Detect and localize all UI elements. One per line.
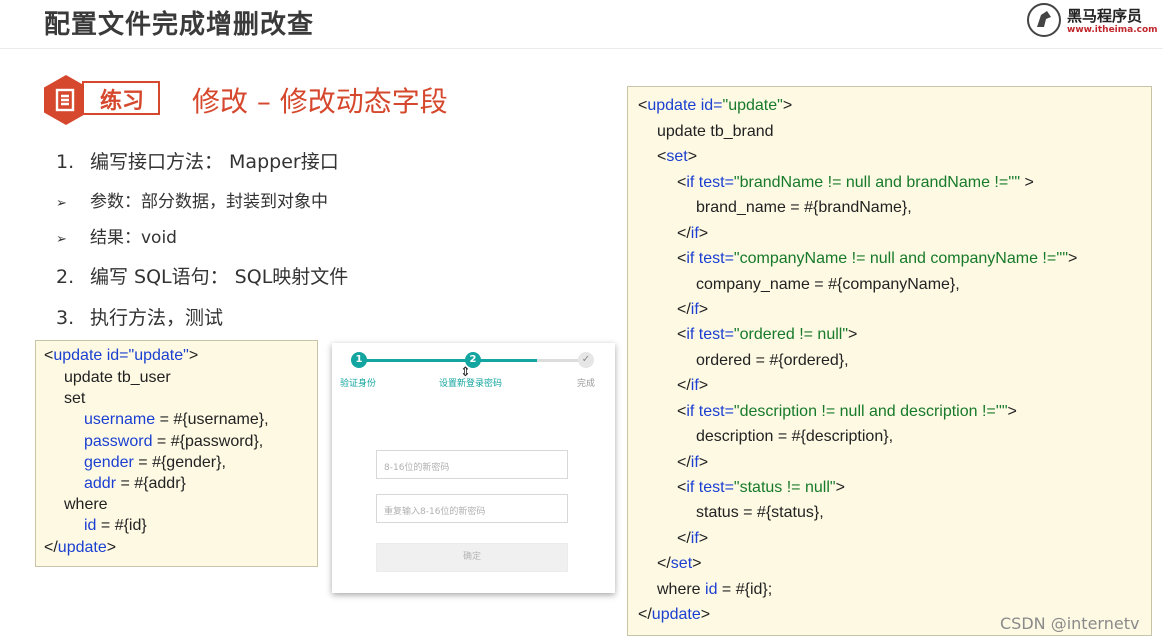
- code-line: gender = #{gender},: [84, 454, 226, 471]
- right-code-box: <update id="update"> update tb_brand <se…: [627, 86, 1152, 636]
- left-code-box: <update id="update"> update tb_user set …: [35, 340, 318, 567]
- cursor-icon: ⇕: [460, 365, 471, 380]
- code-line: where: [64, 496, 108, 513]
- code-line: </set>: [657, 555, 702, 572]
- code-line: </if>: [677, 225, 709, 242]
- bullet-text: 参数：部分数据，封装到对象中: [90, 192, 328, 212]
- step-text: 执行方法，测试: [90, 307, 224, 329]
- code-line: </if>: [677, 301, 709, 318]
- new-password-field[interactable]: 8-16位的新密码: [376, 450, 568, 479]
- code-line: update tb_brand: [657, 123, 774, 140]
- arrow-icon: ➢: [56, 232, 67, 247]
- step-dot-1: 1: [351, 352, 367, 368]
- step-number: 1.: [56, 151, 75, 173]
- code-line: <update id="update">: [44, 347, 199, 364]
- code-line: ordered = #{ordered},: [696, 352, 849, 369]
- bullet-item: ➢ 参数：部分数据，封装到对象中: [56, 187, 328, 212]
- code-line: id = #{id}: [84, 517, 147, 534]
- bullet-item: ➢ 结果：void: [56, 223, 177, 248]
- progress-fill: [359, 359, 537, 362]
- confirm-button[interactable]: 确定: [376, 543, 568, 572]
- code-line: </if>: [677, 530, 709, 547]
- code-line: description = #{description},: [696, 428, 894, 445]
- code-line: <set>: [657, 148, 698, 165]
- code-line: username = #{username},: [84, 411, 269, 428]
- code-line: where id = #{id};: [657, 581, 773, 598]
- horse-logo-icon: [1027, 3, 1061, 37]
- exercise-badge: 练习: [44, 75, 162, 125]
- code-line: <if test="status != null">: [677, 479, 845, 496]
- code-line: set: [64, 390, 86, 407]
- step-text: 编写接口方法： Mapper接口: [90, 151, 339, 173]
- step-item: 1. 编写接口方法： Mapper接口: [56, 147, 339, 174]
- badge-label: 练习: [100, 89, 145, 114]
- code-line: <if test="ordered != null">: [677, 326, 858, 343]
- code-line: <if test="brandName != null and brandNam…: [677, 174, 1034, 191]
- code-line: update tb_user: [64, 369, 171, 386]
- logo-name: 黑马程序员: [1067, 7, 1143, 25]
- code-line: </if>: [677, 454, 709, 471]
- step-item: 2. 编写 SQL语句： SQL映射文件: [56, 262, 348, 289]
- code-line: addr = #{addr}: [84, 475, 186, 492]
- arrow-icon: ➢: [56, 196, 67, 211]
- code-line: </update>: [638, 606, 711, 623]
- step-item: 3. 执行方法，测试: [56, 303, 223, 330]
- code-line: </if>: [677, 377, 709, 394]
- password-reset-form: 1 2 ✓ 验证身份 设置新登录密码 完成 ⇕ 8-16位的新密码 重复输入8-…: [332, 343, 615, 593]
- watermark: CSDN @internetv: [1000, 614, 1140, 633]
- step-number: 3.: [56, 307, 75, 329]
- code-line: </update>: [44, 539, 117, 556]
- code-line: brand_name = #{brandName},: [696, 199, 912, 216]
- logo: 黑马程序员 www.itheima.com: [1027, 3, 1158, 41]
- bullet-text: 结果：void: [90, 228, 177, 248]
- section-title: 修改 – 修改动态字段: [192, 85, 448, 118]
- check-icon: ✓: [578, 352, 594, 368]
- code-line: password = #{password},: [84, 433, 264, 450]
- step-text: 编写 SQL语句： SQL映射文件: [90, 266, 349, 288]
- code-line: <update id="update">: [638, 97, 793, 114]
- step-label-1: 验证身份: [340, 379, 377, 389]
- code-line: <if test="description != null and descri…: [677, 403, 1017, 420]
- step-label-3: 完成: [577, 379, 596, 389]
- code-line: status = #{status},: [696, 504, 824, 521]
- step-number: 2.: [56, 266, 75, 288]
- slide-title: 配置文件完成增删改查: [44, 10, 315, 40]
- logo-url: www.itheima.com: [1067, 25, 1158, 35]
- slide-header: 配置文件完成增删改查 黑马程序员 www.itheima.com: [0, 0, 1163, 49]
- confirm-password-field[interactable]: 重复输入8-16位的新密码: [376, 494, 568, 523]
- code-line: <if test="companyName != null and compan…: [677, 250, 1078, 267]
- code-line: company_name = #{companyName},: [696, 276, 960, 293]
